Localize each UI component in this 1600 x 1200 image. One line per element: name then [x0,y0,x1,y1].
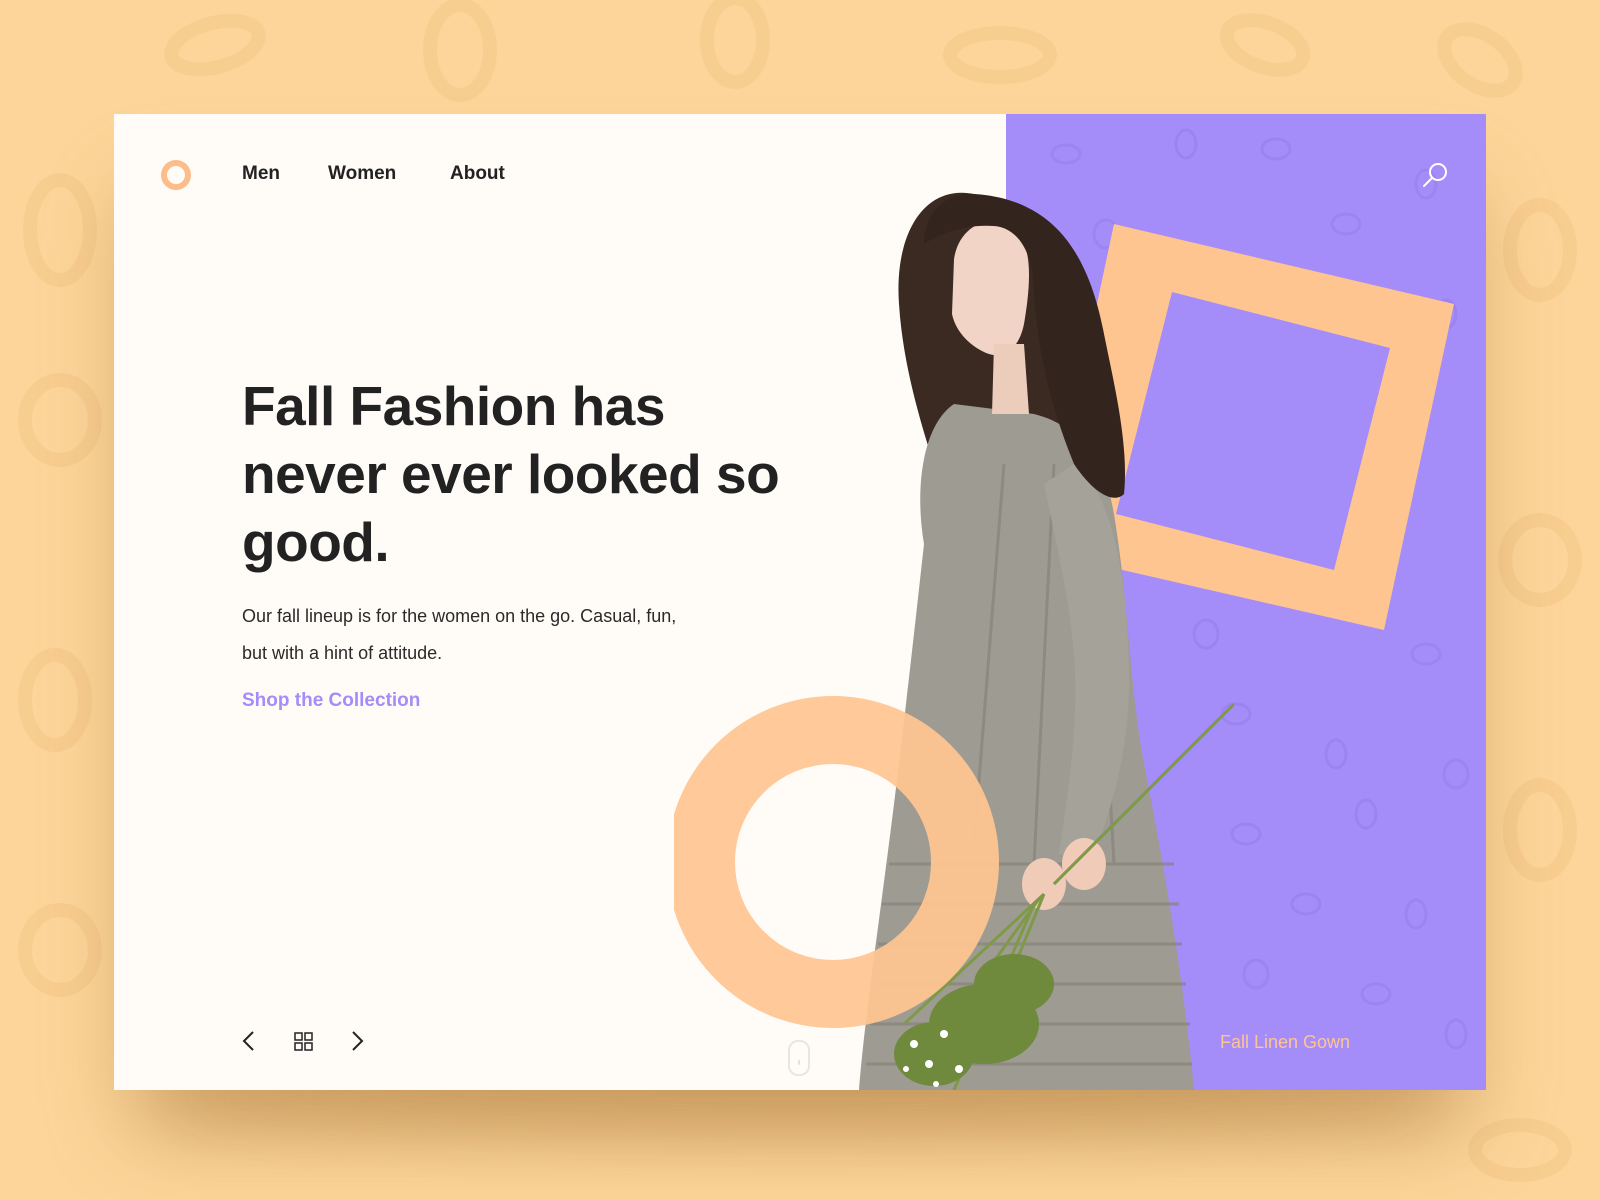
product-caption: Fall Linen Gown [1220,1032,1351,1052]
ring-logo-icon[interactable] [161,160,191,190]
chevron-right-icon[interactable] [344,1028,370,1054]
nav-item-men[interactable]: Men [242,163,280,185]
hero-card: Men Women About Fall Fashion has never e… [114,114,1486,1090]
nav-item-women[interactable]: Women [328,163,396,185]
hero-description: Our fall lineup is for the women on the … [242,606,677,663]
model-photo [674,192,1234,1090]
mouse-scroll-icon [788,1040,810,1076]
chevron-left-icon[interactable] [236,1028,262,1054]
grid-icon[interactable] [290,1028,316,1054]
hero-title: Fall Fashion has never ever looked so go… [242,375,780,573]
shop-collection-link[interactable]: Shop the Collection [242,690,420,712]
nav-item-about[interactable]: About [450,163,505,185]
search-icon[interactable] [1420,160,1450,190]
